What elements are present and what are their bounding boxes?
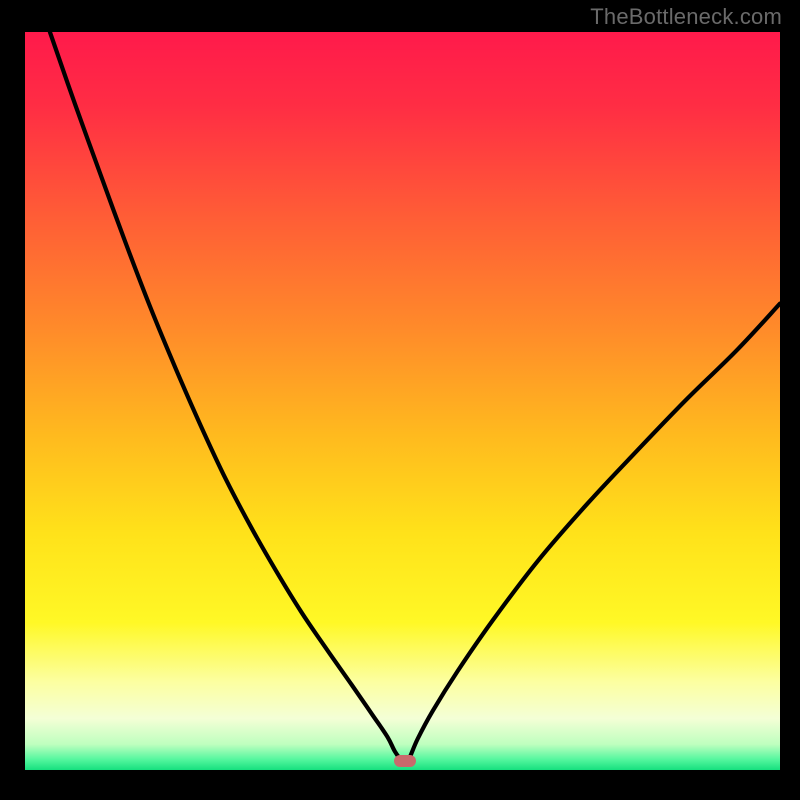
optimum-marker [394, 755, 416, 767]
plot-area [25, 32, 780, 770]
background-gradient [25, 32, 780, 770]
chart-frame: TheBottleneck.com [0, 0, 800, 800]
watermark-text: TheBottleneck.com [590, 4, 782, 30]
